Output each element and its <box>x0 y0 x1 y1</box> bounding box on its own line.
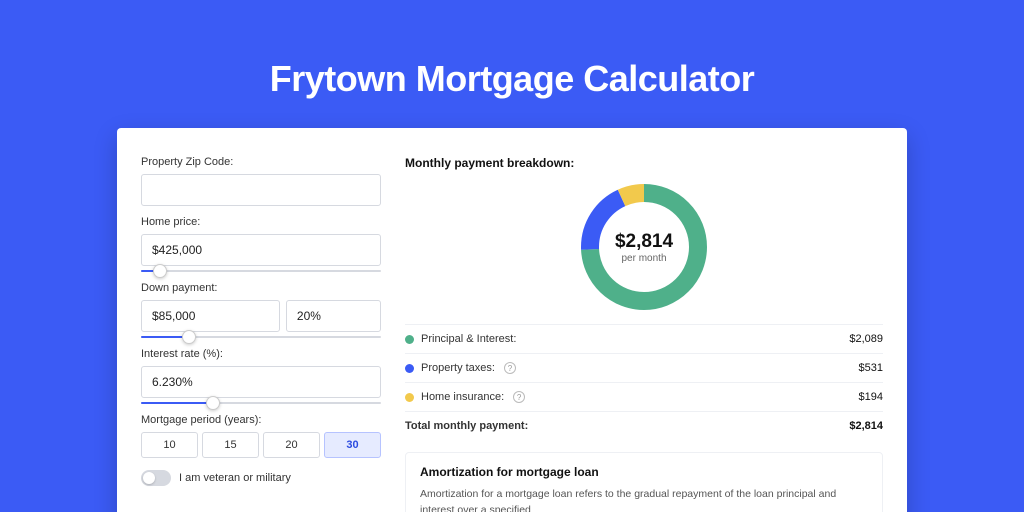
taxes-help-icon[interactable]: ? <box>504 362 516 374</box>
down-payment-label: Down payment: <box>141 282 381 294</box>
period-option-10[interactable]: 10 <box>141 432 198 458</box>
zip-field: Property Zip Code: <box>141 156 381 206</box>
down-payment-slider[interactable] <box>141 336 381 338</box>
down-payment-field: Down payment: <box>141 282 381 338</box>
period-field: Mortgage period (years): 10 15 20 30 <box>141 414 381 458</box>
calculator-card: Property Zip Code: Home price: Down paym… <box>117 128 907 512</box>
amortization-box: Amortization for mortgage loan Amortizat… <box>405 452 883 512</box>
total-label: Total monthly payment: <box>405 420 528 432</box>
donut-chart: $2,814 per month <box>581 184 707 310</box>
insurance-dot-icon <box>405 393 414 402</box>
period-label: Mortgage period (years): <box>141 414 381 426</box>
insurance-help-icon[interactable]: ? <box>513 391 525 403</box>
price-label: Home price: <box>141 216 381 228</box>
insurance-value: $194 <box>859 391 883 403</box>
donut-center: $2,814 per month <box>581 184 707 310</box>
veteran-toggle[interactable] <box>141 470 171 486</box>
legend-row-insurance: Home insurance: ? $194 <box>405 382 883 411</box>
donut-amount: $2,814 <box>615 231 673 253</box>
rate-input[interactable] <box>141 366 381 398</box>
price-input[interactable] <box>141 234 381 266</box>
principal-label: Principal & Interest: <box>421 333 516 345</box>
rate-field: Interest rate (%): <box>141 348 381 404</box>
taxes-label: Property taxes: <box>421 362 495 374</box>
down-payment-slider-thumb[interactable] <box>182 330 196 344</box>
price-field: Home price: <box>141 216 381 272</box>
form-column: Property Zip Code: Home price: Down paym… <box>141 156 381 512</box>
legend-row-principal: Principal & Interest: $2,089 <box>405 324 883 353</box>
veteran-field: I am veteran or military <box>141 470 381 486</box>
donut-subtext: per month <box>621 253 666 264</box>
amortization-text: Amortization for a mortgage loan refers … <box>420 487 868 512</box>
legend-row-total: Total monthly payment: $2,814 <box>405 411 883 440</box>
period-option-15[interactable]: 15 <box>202 432 259 458</box>
price-slider[interactable] <box>141 270 381 272</box>
price-slider-thumb[interactable] <box>153 264 167 278</box>
period-option-20[interactable]: 20 <box>263 432 320 458</box>
donut-chart-wrap: $2,814 per month <box>405 180 883 324</box>
rate-slider-thumb[interactable] <box>206 396 220 410</box>
total-value: $2,814 <box>849 420 883 432</box>
page-title: Frytown Mortgage Calculator <box>0 0 1024 100</box>
principal-dot-icon <box>405 335 414 344</box>
rate-label: Interest rate (%): <box>141 348 381 360</box>
veteran-label: I am veteran or military <box>179 472 291 484</box>
down-payment-amount-input[interactable] <box>141 300 280 332</box>
zip-label: Property Zip Code: <box>141 156 381 168</box>
period-option-30[interactable]: 30 <box>324 432 381 458</box>
rate-slider[interactable] <box>141 402 381 404</box>
taxes-value: $531 <box>859 362 883 374</box>
down-payment-percent-input[interactable] <box>286 300 381 332</box>
zip-input[interactable] <box>141 174 381 206</box>
period-options: 10 15 20 30 <box>141 432 381 458</box>
amortization-title: Amortization for mortgage loan <box>420 465 868 479</box>
breakdown-title: Monthly payment breakdown: <box>405 156 883 170</box>
legend-row-taxes: Property taxes: ? $531 <box>405 353 883 382</box>
insurance-label: Home insurance: <box>421 391 504 403</box>
taxes-dot-icon <box>405 364 414 373</box>
principal-value: $2,089 <box>849 333 883 345</box>
breakdown-column: Monthly payment breakdown: $2,814 per mo… <box>405 156 883 512</box>
